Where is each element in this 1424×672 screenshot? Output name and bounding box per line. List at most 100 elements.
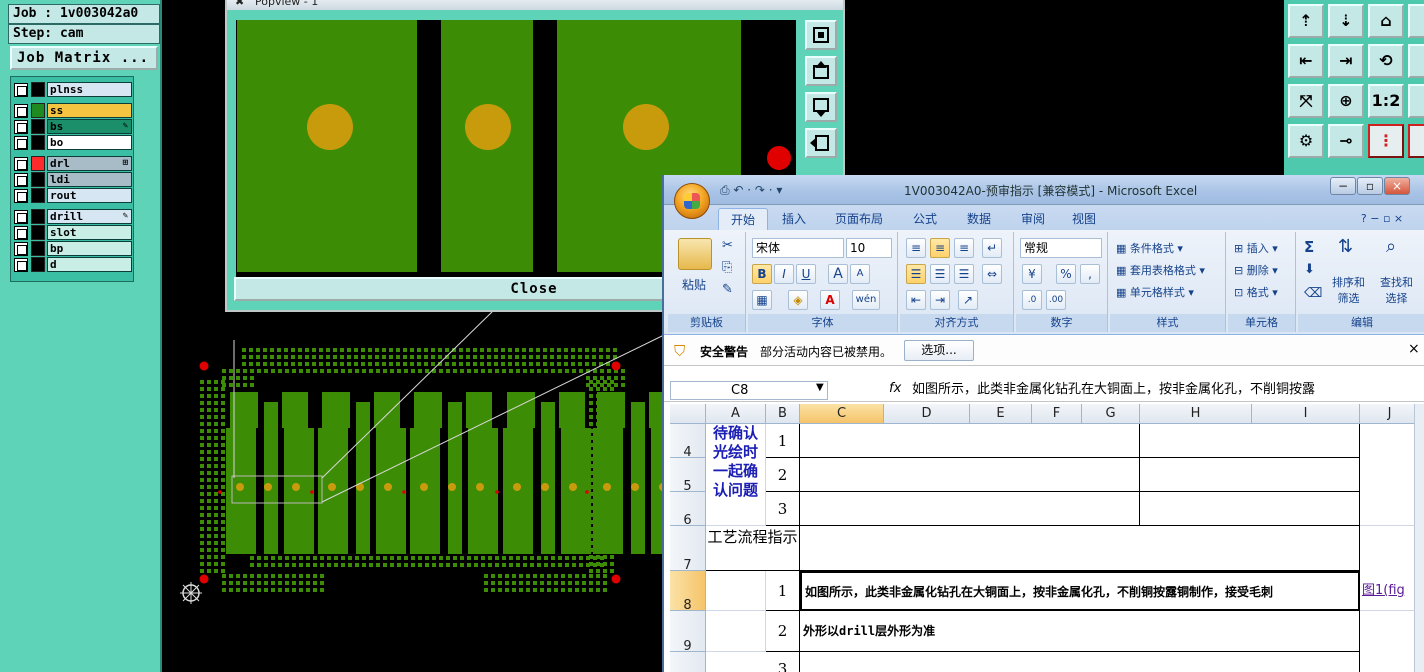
column-header-A[interactable]: A <box>706 404 766 424</box>
popview-titlebar[interactable]: ✖ Popview - 1 <box>227 0 843 10</box>
autosum-button[interactable]: Σ <box>1304 238 1314 256</box>
fit-icon[interactable]: ⤧ <box>1288 84 1324 118</box>
layer-color-swatch[interactable] <box>31 225 45 240</box>
column-header-J[interactable]: J <box>1360 404 1420 424</box>
layer-checkbox[interactable] <box>14 119 28 134</box>
fill-icon[interactable]: ⬇ <box>1304 262 1315 277</box>
font-name-select[interactable]: 宋体 <box>752 238 844 258</box>
layer-checkbox[interactable] <box>14 172 28 187</box>
grow-font-button[interactable]: A <box>828 264 848 284</box>
border-icon[interactable]: ▦ <box>752 290 772 310</box>
align-center-icon[interactable]: ☰ <box>930 264 950 284</box>
select-all-corner[interactable] <box>670 404 706 424</box>
layer-checkbox[interactable] <box>14 135 28 150</box>
row-header[interactable]: 7 <box>670 526 706 573</box>
layer-color-swatch[interactable] <box>31 135 45 150</box>
layer-row-rout[interactable]: rout <box>14 188 132 203</box>
cell-b5[interactable]: 2 <box>766 458 800 492</box>
tool-icon[interactable] <box>1408 84 1424 118</box>
net-icon[interactable]: ⋮ <box>1368 124 1404 158</box>
comma-button[interactable]: , <box>1080 264 1100 284</box>
currency-icon[interactable]: ¥ <box>1022 264 1042 284</box>
cell-j4[interactable] <box>1360 424 1420 526</box>
popview-pan-down-icon[interactable] <box>805 92 837 122</box>
column-header-G[interactable]: G <box>1082 404 1140 424</box>
layer-row-drl[interactable]: drl ⊞ <box>14 156 132 171</box>
layer-color-swatch[interactable] <box>31 257 45 272</box>
column-header-I[interactable]: I <box>1252 404 1360 424</box>
font-color-button[interactable]: A <box>820 290 840 310</box>
layer-row-slot[interactable]: slot <box>14 225 132 240</box>
name-box[interactable]: C8 <box>670 381 828 400</box>
zoom-ratio-icon[interactable]: 1:2 <box>1368 84 1404 118</box>
cell-c5[interactable] <box>800 458 1140 492</box>
office-button[interactable] <box>674 183 710 219</box>
tab-page-layout[interactable]: 页面布局 <box>824 208 894 230</box>
increase-indent-icon[interactable]: ⇥ <box>930 290 950 310</box>
popview-pan-up-icon[interactable] <box>805 56 837 86</box>
paste-button[interactable]: 粘贴 <box>682 276 706 293</box>
row-header[interactable] <box>670 652 706 672</box>
move-down-icon[interactable]: ⇣ <box>1328 4 1364 38</box>
column-header-E[interactable]: E <box>970 404 1032 424</box>
layer-color-swatch[interactable] <box>31 172 45 187</box>
maximize-icon[interactable]: ▫ <box>1357 177 1383 195</box>
orientation-icon[interactable]: ↗ <box>958 290 978 310</box>
shrink-font-button[interactable]: A <box>850 264 870 284</box>
layer-checkbox[interactable] <box>14 82 28 97</box>
formula-input[interactable]: 如图所示，此类非金属化钻孔在大铜面上，按非金属化孔，不削铜按露 <box>912 381 1402 400</box>
layer-checkbox[interactable] <box>14 209 28 224</box>
tab-review[interactable]: 审阅 <box>1010 208 1056 230</box>
cell-h4[interactable] <box>1140 424 1360 458</box>
align-middle-icon[interactable]: ≡ <box>930 238 950 258</box>
tab-data[interactable]: 数据 <box>956 208 1002 230</box>
format-as-table-button[interactable]: ▦ 套用表格格式 ▾ <box>1116 262 1205 278</box>
format-painter-icon[interactable]: ✎ <box>722 282 733 297</box>
cell-c7[interactable] <box>800 526 1360 571</box>
layer-checkbox[interactable] <box>14 103 28 118</box>
cell-a4[interactable]: 待确认光绘时一起确认问题 <box>706 424 766 526</box>
tool-icon[interactable] <box>1408 44 1424 78</box>
italic-button[interactable]: I <box>774 264 794 284</box>
conditional-format-button[interactable]: ▦ 条件格式 ▾ <box>1116 240 1183 256</box>
fill-color-icon[interactable]: ◈ <box>788 290 808 310</box>
layer-color-swatch[interactable] <box>31 188 45 203</box>
layer-color-swatch[interactable] <box>31 119 45 134</box>
row-header[interactable]: 8 <box>670 571 706 613</box>
minimize-icon[interactable]: − <box>1330 177 1356 195</box>
decrease-decimal-icon[interactable]: .00 <box>1046 290 1066 310</box>
excel-titlebar[interactable]: ⎙ ↶ · ↷ · ▾ 1V003042A0-预审指示 [兼容模式] - Mic… <box>664 175 1424 205</box>
layer-row-bp[interactable]: bp <box>14 241 132 256</box>
column-header-D[interactable]: D <box>884 404 970 424</box>
tab-formulas[interactable]: 公式 <box>902 208 948 230</box>
row-header[interactable]: 5 <box>670 458 706 494</box>
layer-checkbox[interactable] <box>14 188 28 203</box>
ribbon-help-controls[interactable]: ? − ▫ × <box>1342 208 1422 230</box>
home-icon[interactable]: ⌂ <box>1368 4 1404 38</box>
layer-row-ldi[interactable]: ldi <box>14 172 132 187</box>
cell-c4[interactable] <box>800 424 1140 458</box>
delete-cells-button[interactable]: ⊟ 删除 ▾ <box>1234 262 1278 278</box>
column-header-C[interactable]: C <box>800 404 884 424</box>
measure-icon[interactable]: ⚙ <box>1288 124 1324 158</box>
cell-b8[interactable]: 1 <box>766 571 800 611</box>
align-right-icon[interactable]: ☰ <box>954 264 974 284</box>
cell-j8[interactable]: 图1(fig <box>1360 571 1420 611</box>
move-left-icon[interactable]: ⇤ <box>1288 44 1324 78</box>
cell-b4[interactable]: 1 <box>766 424 800 458</box>
vertical-scrollbar[interactable] <box>1414 404 1424 672</box>
format-cells-button[interactable]: ⊡ 格式 ▾ <box>1234 284 1278 300</box>
sort-filter-icon[interactable]: ⇅ <box>1338 236 1353 257</box>
sort-filter-button[interactable]: 排序和 筛选 <box>1332 274 1365 306</box>
cell-styles-button[interactable]: ▦ 单元格样式 ▾ <box>1116 284 1194 300</box>
layer-row-ss[interactable]: ss <box>14 103 132 118</box>
layer-row-bo[interactable]: bo <box>14 135 132 150</box>
tab-view[interactable]: 视图 <box>1064 208 1104 230</box>
row-header[interactable]: 9 <box>670 611 706 654</box>
find-select-icon[interactable]: ⌕ <box>1386 236 1396 257</box>
cell-a8[interactable] <box>706 571 766 611</box>
layer-color-swatch[interactable] <box>31 103 45 118</box>
security-options-button[interactable]: 选项... <box>904 340 974 361</box>
align-left-icon[interactable]: ☰ <box>906 264 926 284</box>
center-icon[interactable]: ⊕ <box>1328 84 1364 118</box>
